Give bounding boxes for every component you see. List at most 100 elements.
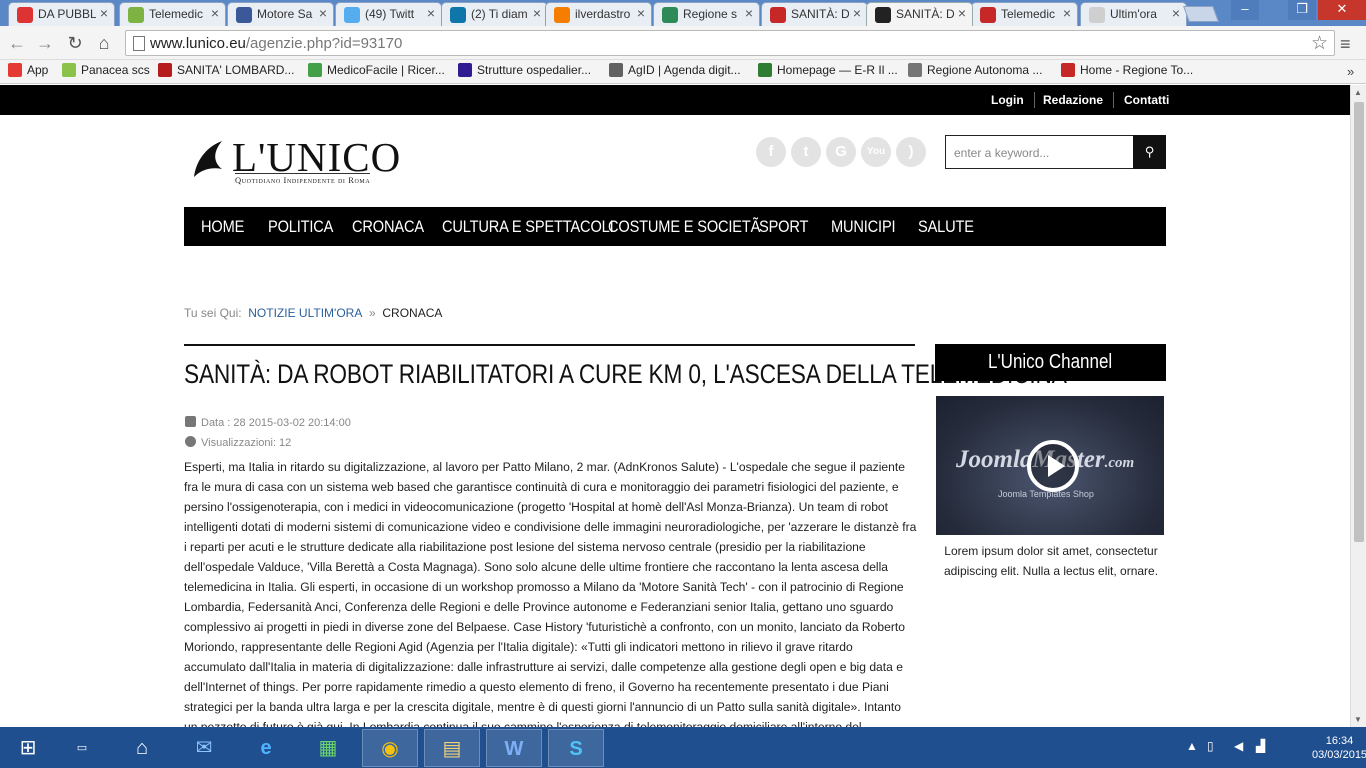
browser-tab[interactable]: Ultim'ora ×: [1080, 2, 1187, 26]
blogger-icon: [554, 7, 570, 23]
bookmark-favicon-icon: [8, 63, 22, 77]
close-tab-icon[interactable]: ×: [637, 5, 645, 21]
bookmark-item[interactable]: Strutture ospedalier...: [458, 63, 591, 77]
home-icon[interactable]: ⌂: [114, 729, 170, 767]
signal-icon[interactable]: ▟: [1256, 739, 1265, 753]
twitter-icon[interactable]: t: [791, 137, 821, 167]
youtube-icon[interactable]: You: [861, 137, 891, 167]
bookmark-star-icon[interactable]: ☆: [1311, 32, 1328, 55]
windows-start-icon[interactable]: ⊞: [0, 729, 56, 767]
breadcrumb-link[interactable]: NOTIZIE ULTIM'ORA: [248, 306, 362, 320]
close-tab-icon[interactable]: ×: [1063, 5, 1071, 21]
chrome-icon[interactable]: ◉: [362, 729, 418, 767]
breadcrumb-current: CRONACA: [382, 306, 443, 320]
bookmark-item[interactable]: App: [8, 63, 48, 77]
browser-tab[interactable]: ilverdastro ×: [545, 2, 652, 26]
close-tab-icon[interactable]: ×: [1172, 5, 1180, 21]
bookmarks-bar: App Panacea scs SANITA' LOMBARD... MedicoFa…: [0, 60, 1366, 84]
article-title: SANITÀ: DA ROBOT RIABILITATORI A CURE KM…: [184, 359, 1067, 389]
nav-cultura-e-spettacoli[interactable]: CULTURA E SPETTACOLI: [442, 217, 614, 237]
outlook-icon[interactable]: ✉: [176, 729, 232, 767]
close-window-button[interactable]: ✕: [1318, 0, 1366, 20]
nav-politica[interactable]: POLITICA: [268, 217, 333, 237]
close-tab-icon[interactable]: ×: [319, 5, 327, 21]
browser-tab[interactable]: Regione s ×: [653, 2, 760, 26]
tray-network-devices-icon[interactable]: ▯: [1207, 739, 1214, 753]
close-tab-icon[interactable]: ×: [533, 5, 541, 21]
store-icon[interactable]: ▦: [300, 729, 356, 767]
redazione-link[interactable]: Redazione: [1043, 93, 1103, 107]
scrollbar-thumb[interactable]: [1354, 102, 1364, 542]
channel-heading: L'Unico Channel: [935, 344, 1166, 381]
bookmark-item[interactable]: SANITA' LOMBARD...: [158, 63, 294, 77]
contatti-link[interactable]: Contatti: [1124, 93, 1169, 107]
bookmark-item[interactable]: Homepage — E-R Il ...: [758, 63, 898, 77]
browser-tab[interactable]: SANITÀ: D ×: [761, 2, 868, 26]
word-icon[interactable]: W: [486, 729, 542, 767]
bookmark-item[interactable]: MedicoFacile | Ricer...: [308, 63, 445, 77]
close-tab-icon[interactable]: ×: [745, 5, 753, 21]
article-views: Visualizzazioni: 12: [185, 436, 291, 449]
nav-costume-e-societa[interactable]: COSTUME E SOCIETÃ: [608, 217, 760, 237]
address-bar[interactable]: www.lunico.eu/agenzie.php?id=93170 ☆: [125, 30, 1335, 56]
new-tab-button[interactable]: [1183, 6, 1219, 22]
search-button[interactable]: ⚲: [1133, 135, 1166, 169]
document-green-icon: [128, 7, 144, 23]
nav-sport[interactable]: SPORT: [759, 217, 808, 237]
scroll-up-arrow-icon[interactable]: ▲: [1354, 88, 1362, 97]
close-tab-icon[interactable]: ×: [100, 5, 108, 21]
nav-municipi[interactable]: MUNICIPI: [831, 217, 896, 237]
breadcrumb-prefix: Tu sei Qui:: [184, 306, 242, 320]
file-explorer-icon[interactable]: ▤: [424, 729, 480, 767]
reload-icon[interactable]: ↻: [64, 32, 86, 54]
home-icon[interactable]: ⌂: [93, 32, 115, 54]
lenovo-icon[interactable]: ▭: [54, 729, 110, 767]
scroll-down-arrow-icon[interactable]: ▼: [1354, 715, 1362, 724]
site-logo[interactable]: L'UNICO Quotidiano Indipendente di Roma: [192, 134, 412, 187]
search-icon: ⚲: [1144, 144, 1155, 159]
tab-title: ilverdastro: [575, 7, 631, 21]
chrome-menu-icon[interactable]: ≡: [1340, 34, 1351, 55]
facebook-icon[interactable]: f: [756, 137, 786, 167]
video-player[interactable]: JoomlaMaster.com Joomla Templates Shop: [936, 396, 1164, 535]
tray-chevron-icon[interactable]: ▲: [1186, 739, 1198, 753]
bookmark-favicon-icon: [458, 63, 472, 77]
close-tab-icon[interactable]: ×: [958, 5, 966, 21]
close-tab-icon[interactable]: ×: [853, 5, 861, 21]
volume-icon[interactable]: ◀: [1234, 739, 1243, 753]
rss-icon[interactable]: ): [896, 137, 926, 167]
bookmark-item[interactable]: Panacea scs: [62, 63, 150, 77]
restore-button[interactable]: ❐: [1288, 0, 1316, 20]
tab-title: (49) Twitt: [365, 7, 415, 21]
bookmark-item[interactable]: Regione Autonoma ...: [908, 63, 1042, 77]
browser-tab[interactable]: (2) Ti diam ×: [441, 2, 548, 26]
google-plus-icon[interactable]: G: [826, 137, 856, 167]
browser-tab[interactable]: SANITÀ: D ×: [866, 2, 973, 26]
browser-tab[interactable]: DA PUBBL ×: [8, 2, 115, 26]
minimize-button[interactable]: –: [1231, 0, 1259, 20]
close-tab-icon[interactable]: ×: [211, 5, 219, 21]
bookmark-item[interactable]: Home - Regione To...: [1061, 63, 1193, 77]
internet-explorer-icon[interactable]: e: [238, 729, 294, 767]
search-input[interactable]: enter a keyword...: [945, 135, 1134, 169]
browser-tab[interactable]: (49) Twitt ×: [335, 2, 442, 26]
eye-icon: [185, 436, 196, 447]
play-icon[interactable]: [1027, 440, 1079, 492]
browser-tab[interactable]: Telemedic ×: [119, 2, 226, 26]
vertical-scrollbar[interactable]: ▲ ▼: [1350, 85, 1366, 727]
browser-tab[interactable]: Telemedic ×: [971, 2, 1078, 26]
nav-home[interactable]: HOME: [201, 217, 244, 237]
bookmark-label: App: [27, 63, 49, 77]
clock[interactable]: 16:34 03/03/2015: [1312, 734, 1366, 762]
skype-icon[interactable]: S: [548, 729, 604, 767]
browser-tab[interactable]: Motore Sa ×: [227, 2, 334, 26]
bookmarks-overflow-button[interactable]: »: [1347, 64, 1354, 79]
login-link[interactable]: Login: [991, 93, 1024, 107]
article-date: Data : 28 2015-03-02 20:14:00: [185, 416, 351, 429]
nav-salute[interactable]: SALUTE: [918, 217, 974, 237]
close-tab-icon[interactable]: ×: [427, 5, 435, 21]
back-icon[interactable]: ←: [6, 32, 28, 54]
bookmark-item[interactable]: AgID | Agenda digit...: [609, 63, 741, 77]
nav-cronaca[interactable]: CRONACA: [352, 217, 424, 237]
forward-icon[interactable]: →: [34, 32, 56, 54]
